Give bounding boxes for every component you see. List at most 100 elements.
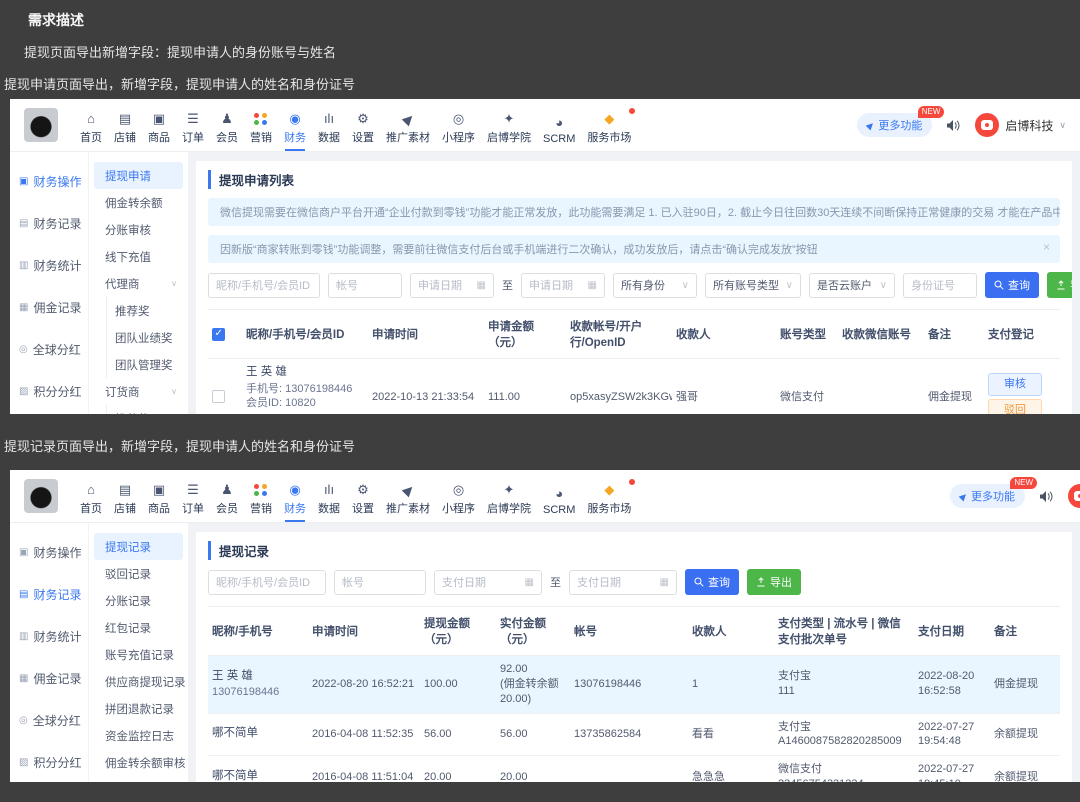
- account-input[interactable]: 帐号: [334, 569, 426, 595]
- submenu-item[interactable]: 分账记录 ∨: [94, 587, 183, 614]
- close-icon[interactable]: ×: [1043, 240, 1050, 254]
- sidebar-item[interactable]: ▦ 佣金记录: [10, 657, 88, 699]
- goods-icon: ▣: [152, 111, 166, 126]
- payee-account: op5xasyZSW2k3KGwhPG...: [566, 358, 672, 414]
- submenu-item[interactable]: 线下充值 ∨: [94, 243, 183, 270]
- nav-item[interactable]: ◆ 服务市场: [581, 104, 637, 151]
- cloud-account-select[interactable]: 是否云账户 ∨: [809, 272, 895, 298]
- id-number-input[interactable]: 身份证号: [903, 272, 977, 298]
- sidebar-item[interactable]: ▥ 财务统计: [10, 244, 88, 286]
- nav-item[interactable]: ılı 数据: [312, 475, 346, 522]
- search-button[interactable]: 查询: [685, 569, 739, 595]
- nav-item[interactable]: ☰ 订单: [176, 104, 210, 151]
- submenu-item[interactable]: 红包记录 ∨: [94, 614, 183, 641]
- nav-item[interactable]: ♟ 会员: [210, 475, 244, 522]
- nav-item[interactable]: ⌂ 首页: [74, 475, 108, 522]
- sidebar-item[interactable]: ▤ 财务记录: [10, 202, 88, 244]
- submenu-item-label: 团队业绩奖: [115, 332, 173, 345]
- gear-icon: ⚙: [357, 111, 369, 126]
- row-checkbox[interactable]: [212, 390, 225, 404]
- sidebar-item-label: 财务操作: [33, 174, 82, 189]
- sidebar-item[interactable]: ▨ 积分分红: [10, 370, 88, 412]
- nav-item[interactable]: ◕ SCRM: [537, 108, 581, 151]
- sidebar-item[interactable]: ◎ 全球分红: [10, 699, 88, 741]
- submenu-item[interactable]: 分账审核 ∨: [94, 216, 183, 243]
- keyword-input[interactable]: 昵称/手机号/会员ID: [208, 272, 320, 298]
- nav-item[interactable]: 营销: [244, 475, 278, 522]
- nav-label: 小程序: [442, 503, 475, 515]
- nav-item[interactable]: ◎ 小程序: [436, 104, 481, 151]
- nav-item[interactable]: ♟ 会员: [210, 104, 244, 151]
- submenu-item[interactable]: 代理商 ∨: [94, 270, 183, 297]
- nav-item[interactable]: ▤ 店铺: [108, 104, 142, 151]
- nav-item[interactable]: ⚙ 设置: [346, 104, 380, 151]
- submenu-item[interactable]: 订货商 ∨: [94, 378, 183, 405]
- audit-button[interactable]: 审核: [988, 372, 1042, 396]
- nav-item[interactable]: ◉ 财务: [278, 104, 312, 151]
- nav-item[interactable]: ▶ 推广素材: [380, 475, 436, 522]
- nav-item[interactable]: ▣ 商品: [142, 475, 176, 522]
- nav-item[interactable]: ✦ 启博学院: [481, 475, 537, 522]
- date-to-input[interactable]: 申请日期 ▦: [521, 272, 605, 298]
- sidebar-item[interactable]: ▦ 佣金记录: [10, 286, 88, 328]
- submenu-item[interactable]: 账号充值记录 ∨: [94, 641, 183, 668]
- submenu-item[interactable]: 团队管理奖 ∨: [106, 351, 183, 378]
- date-to-input[interactable]: 支付日期 ▦: [569, 569, 677, 595]
- account-input[interactable]: 帐号: [328, 272, 402, 298]
- submenu-item[interactable]: 提现申请 ∨: [94, 162, 183, 189]
- nav-item[interactable]: ılı 数据: [312, 104, 346, 151]
- export-button[interactable]: 导出: [747, 569, 801, 595]
- speaker-icon[interactable]: [946, 119, 961, 132]
- date-from-input[interactable]: 支付日期 ▦: [434, 569, 542, 595]
- submenu-item[interactable]: 推荐奖 ∨: [106, 405, 183, 414]
- more-features-button[interactable]: ▶ 更多功能 NEW: [950, 477, 1037, 508]
- sidebar-item[interactable]: ▥ 财务统计: [10, 615, 88, 657]
- keyword-input[interactable]: 昵称/手机号/会员ID: [208, 569, 326, 595]
- submenu-item[interactable]: 佣金转余额 ∨: [94, 189, 183, 216]
- reject-button[interactable]: 驳回: [988, 398, 1042, 414]
- account-menu[interactable]: 启博科技 ∨: [975, 113, 1066, 137]
- close-icon[interactable]: ×: [1043, 203, 1050, 217]
- notification-badge: [629, 108, 636, 114]
- nav-item[interactable]: ▶ 推广素材: [380, 104, 436, 151]
- speaker-icon[interactable]: [1039, 490, 1054, 503]
- nav-item[interactable]: ◉ 财务: [278, 475, 312, 522]
- sidebar-item[interactable]: ▣ 财务操作: [10, 531, 88, 573]
- chevron-down-icon: ∨: [171, 279, 177, 288]
- submenu-item[interactable]: 资金监控日志 ∨: [94, 722, 183, 749]
- identity-select[interactable]: 所有身份 ∨: [613, 272, 697, 298]
- submenu-item[interactable]: 拼团退款记录 ∨: [94, 695, 183, 722]
- select-all-checkbox[interactable]: [212, 327, 225, 341]
- nav-item[interactable]: 营销: [244, 104, 278, 151]
- nav-item[interactable]: ✦ 启博学院: [481, 104, 537, 151]
- nav-item[interactable]: ⚙ 设置: [346, 475, 380, 522]
- submenu-item[interactable]: 推荐奖 ∨: [106, 297, 183, 324]
- account-menu[interactable]: 启博科技 ∨: [1068, 484, 1080, 508]
- date-from-input[interactable]: 申请日期 ▦: [410, 272, 494, 298]
- nav-item[interactable]: ▣ 商品: [142, 104, 176, 151]
- submenu-item[interactable]: 佣金转余额审核 ∨: [94, 749, 186, 776]
- account-type-select[interactable]: 所有账号类型 ∨: [705, 272, 801, 298]
- submenu-item[interactable]: 供应商提现记录 ∨: [94, 668, 186, 695]
- nav-item[interactable]: ◆ 服务市场: [581, 475, 637, 522]
- nav-item[interactable]: ⌂ 首页: [74, 104, 108, 151]
- sidebar-item[interactable]: ▤ 财务记录: [10, 573, 88, 615]
- sidebar-item[interactable]: ▣ 财务操作: [10, 160, 88, 202]
- nav-item[interactable]: ▤ 店铺: [108, 475, 142, 522]
- nav-item[interactable]: ◕ SCRM: [537, 479, 581, 522]
- member-role-tags: 分销商代理商供应商订货商: [246, 413, 364, 414]
- nav-label: 设置: [352, 503, 374, 515]
- nav-item[interactable]: ◎ 小程序: [436, 475, 481, 522]
- submenu-item[interactable]: 驳回记录 ∨: [94, 560, 183, 587]
- nav-item[interactable]: ☰ 订单: [176, 475, 210, 522]
- col-header: 备注: [924, 309, 984, 359]
- submenu-item[interactable]: 通联分账记录 ∨: [94, 776, 183, 782]
- export-button[interactable]: 导出: [1047, 272, 1072, 298]
- sidebar-item[interactable]: ▨ 积分分红: [10, 741, 88, 782]
- submenu-item[interactable]: 提现记录 ∨: [94, 533, 183, 560]
- more-features-button[interactable]: ▶ 更多功能 NEW: [857, 106, 945, 137]
- sidebar-item[interactable]: ◎ 全球分红: [10, 328, 88, 370]
- submenu-item[interactable]: 团队业绩奖 ∨: [106, 324, 183, 351]
- search-button[interactable]: 查询: [985, 272, 1039, 298]
- submenu-item-label: 代理商: [105, 278, 140, 291]
